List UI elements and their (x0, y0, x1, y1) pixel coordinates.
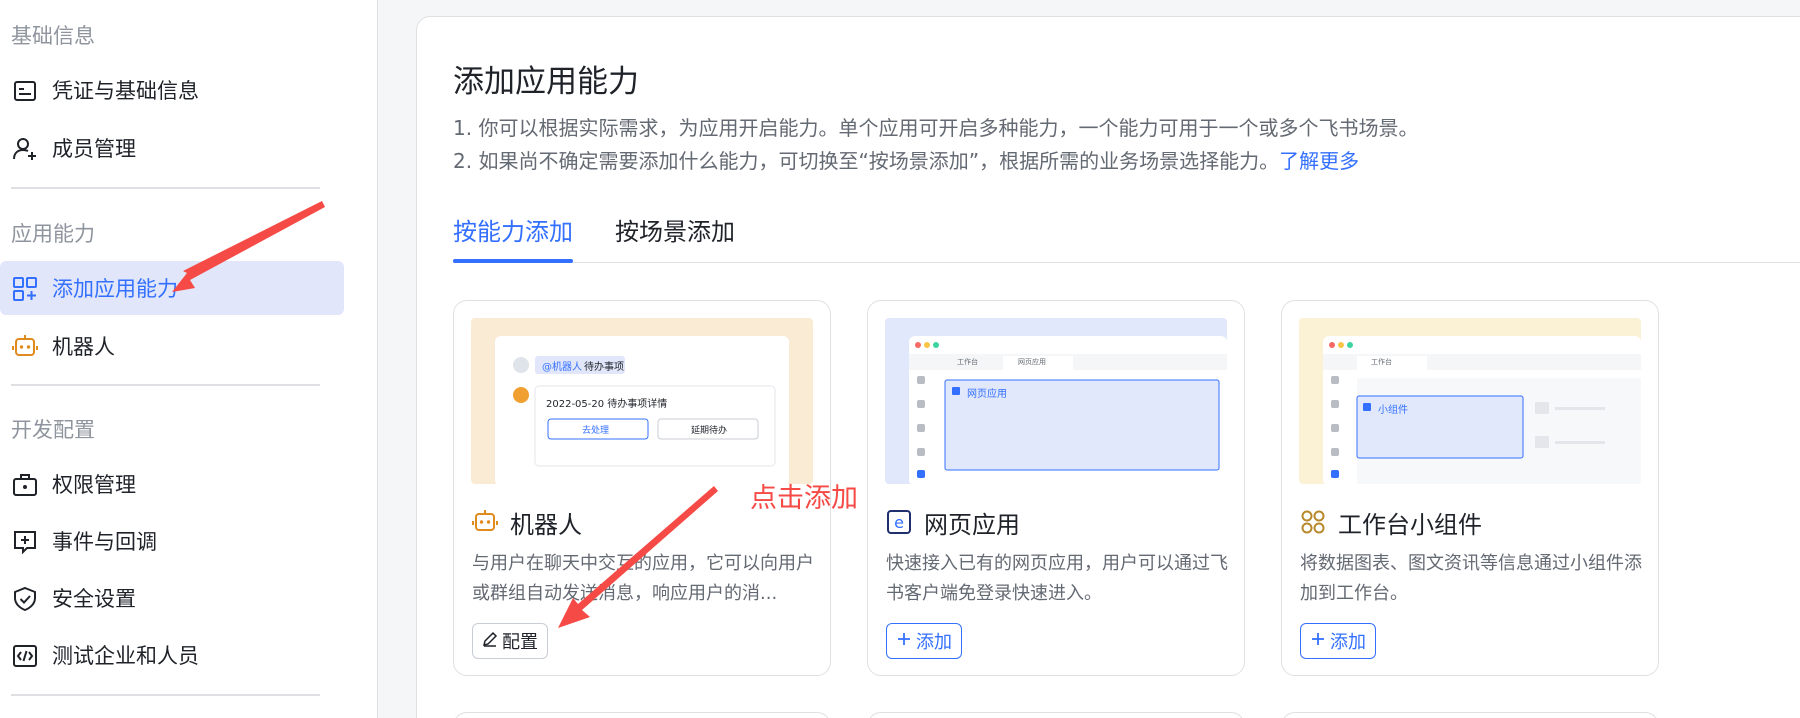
annotation-text: 点击添加 (750, 483, 858, 514)
sidebar-item-label: 机器人 (52, 335, 115, 359)
capability-card-widget[interactable]: 工作台 小组件 工作台小组件 将数据图表、图文资讯等信息通过小组件添加到工作台。… (1281, 300, 1659, 676)
sidebar-item-test-enterprise[interactable]: 测试企业和人员 (0, 628, 344, 682)
sidebar-item-label: 添加应用能力 (52, 277, 178, 301)
sidebar-item-label: 测试企业和人员 (52, 644, 199, 668)
permission-icon (12, 472, 38, 498)
learn-more-link[interactable]: 了解更多 (1279, 149, 1359, 173)
capability-card[interactable] (1281, 712, 1659, 718)
sidebar: 基础信息 凭证与基础信息 成员管理 应用能力 添加应用能力 机器人 开发配置 权… (0, 0, 378, 718)
card-description: 快速接入已有的网页应用，用户可以通过飞书客户端免登录快速进入。 (886, 553, 1228, 604)
page-title: 添加应用能力 (453, 64, 639, 100)
card-title: 网页应用 (924, 511, 1020, 539)
sidebar-item-label: 权限管理 (52, 473, 136, 497)
plus-icon (1310, 631, 1326, 652)
user-add-icon (12, 136, 38, 162)
sidebar-item-events[interactable]: 事件与回调 (0, 514, 344, 568)
sidebar-item-robot[interactable]: 机器人 (0, 319, 344, 373)
section-title-capabilities: 应用能力 (11, 222, 95, 246)
credential-icon (12, 78, 38, 104)
widget-icon (1300, 509, 1326, 535)
configure-button[interactable]: 配置 (472, 623, 548, 659)
shield-icon (12, 586, 38, 612)
card-description: 与用户在聊天中交互的应用，它可以向用户或群组自动发送消息，响应用户的消... (472, 553, 814, 604)
capability-card-web-app[interactable]: 工作台 网页应用 网页应用 e 网页应用 快速接入已有的网页应用，用户可以通过飞… (867, 300, 1245, 676)
sidebar-item-label: 成员管理 (52, 137, 136, 161)
app-add-icon (12, 276, 38, 302)
add-button-label: 添加 (1330, 632, 1366, 653)
configure-button-label: 配置 (502, 632, 538, 653)
preview-panel-label: 网页应用 (967, 389, 1007, 400)
description-line-1: 1. 你可以根据实际需求，为应用开启能力。单个应用可开启多种能力，一个能力可用于… (453, 116, 1419, 140)
code-icon (12, 643, 38, 669)
preview-handle-button: 去处理 (582, 426, 610, 436)
tab-active-indicator (453, 259, 573, 263)
divider (11, 384, 320, 386)
description-text: 2. 如果尚不确定需要添加什么能力，可切换至“按场景添加”，根据所需的业务场景选… (453, 149, 1280, 173)
preview-tab-workbench: 工作台 (1371, 358, 1392, 366)
description-line-2: 2. 如果尚不确定需要添加什么能力，可切换至“按场景添加”，根据所需的业务场景选… (453, 145, 1359, 174)
edit-icon (482, 631, 498, 652)
divider (11, 187, 320, 189)
tabs-divider (453, 262, 1800, 263)
capability-card[interactable] (867, 712, 1245, 718)
card-title: 机器人 (510, 511, 582, 539)
sidebar-item-permissions[interactable]: 权限管理 (0, 457, 344, 511)
preview-tab-workbench: 工作台 (957, 358, 978, 366)
add-button[interactable]: 添加 (886, 623, 962, 659)
robot-icon (12, 334, 38, 360)
preview-tab-web-app: 网页应用 (1018, 358, 1046, 366)
robot-icon (472, 509, 498, 535)
preview-mention: @机器人 (542, 362, 582, 373)
preview-widget-label: 小组件 (1378, 405, 1408, 416)
preview-todo-label: 待办事项 (584, 362, 624, 373)
add-button[interactable]: 添加 (1300, 623, 1376, 659)
sidebar-item-label: 凭证与基础信息 (52, 79, 199, 103)
sidebar-item-label: 安全设置 (52, 587, 136, 611)
sidebar-item-credentials[interactable]: 凭证与基础信息 (0, 63, 344, 117)
plus-icon (896, 631, 912, 652)
sidebar-item-security[interactable]: 安全设置 (0, 571, 344, 625)
widget-preview-image: 工作台 小组件 (1299, 318, 1641, 484)
card-description: 将数据图表、图文资讯等信息通过小组件添加到工作台。 (1300, 553, 1642, 604)
web-app-preview-image: 工作台 网页应用 网页应用 (885, 318, 1227, 484)
svg-text:e: e (894, 513, 904, 532)
sidebar-item-add-capability[interactable]: 添加应用能力 (0, 261, 344, 315)
capability-card[interactable] (453, 712, 831, 718)
sidebar-item-label: 事件与回调 (52, 530, 157, 554)
tab-by-capability[interactable]: 按能力添加 (453, 212, 573, 247)
divider (11, 694, 320, 696)
card-title: 工作台小组件 (1338, 511, 1482, 539)
preview-postpone-button: 延期待办 (691, 426, 728, 436)
add-button-label: 添加 (916, 632, 952, 653)
web-app-icon: e (886, 509, 912, 535)
sidebar-item-members[interactable]: 成员管理 (0, 121, 344, 175)
event-icon (12, 529, 38, 555)
section-title-dev-config: 开发配置 (11, 418, 95, 442)
robot-preview-image: @机器人 待办事项 2022-05-20 待办事项详情 去处理 延期待办 (471, 318, 813, 484)
section-title-basic: 基础信息 (11, 24, 95, 48)
preview-todo-detail: 2022-05-20 待办事项详情 (546, 399, 668, 410)
tab-by-scenario[interactable]: 按场景添加 (615, 212, 735, 247)
